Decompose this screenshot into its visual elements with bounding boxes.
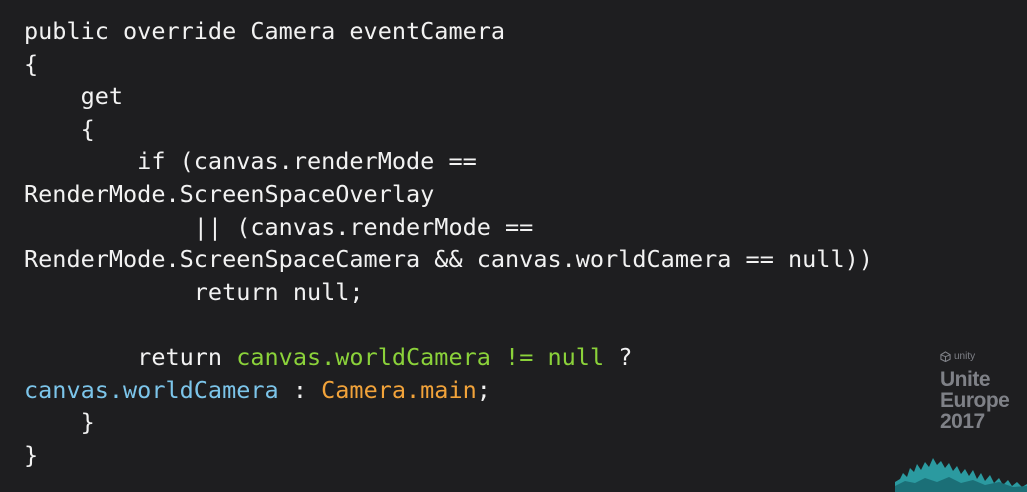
code-line: RenderMode.ScreenSpaceCamera && canvas.w…	[24, 243, 873, 276]
code-token: Camera.main	[321, 375, 477, 404]
code-token: ;	[476, 375, 491, 404]
code-line: if (canvas.renderMode ==	[24, 145, 873, 178]
code-token: RenderMode.ScreenSpaceOverlay	[24, 179, 435, 208]
code-token: {	[24, 114, 95, 143]
code-token: canvas.worldCamera != null	[236, 342, 605, 371]
brand-line-year: 2017	[940, 410, 985, 433]
code-token: if (canvas.renderMode ==	[24, 147, 477, 176]
code-token: return null;	[24, 277, 364, 306]
unity-logo: unity	[940, 351, 1009, 362]
code-block: public override Camera eventCamera{ get …	[24, 15, 873, 471]
slide: public override Camera eventCamera{ get …	[0, 0, 1027, 492]
code-line: }	[24, 439, 873, 472]
unity-cube-icon	[940, 351, 951, 362]
code-line: || (canvas.renderMode ==	[24, 211, 873, 244]
code-line: }	[24, 406, 873, 439]
code-token: :	[278, 375, 322, 404]
unity-wordmark: unity	[954, 351, 976, 362]
code-line: {	[24, 48, 873, 81]
code-token: }	[24, 440, 39, 469]
code-token: || (canvas.renderMode ==	[24, 212, 534, 241]
code-token: canvas.worldCamera	[24, 375, 279, 404]
code-line: get	[24, 80, 873, 113]
code-token: ?	[604, 342, 633, 371]
code-line: {	[24, 113, 873, 146]
code-token: }	[24, 408, 95, 437]
code-line: canvas.worldCamera : Camera.main;	[24, 374, 873, 407]
unite-europe-logo: unity Unite Europe 2017	[940, 351, 1010, 433]
code-token: return	[24, 342, 237, 371]
code-token: public override Camera eventCamera	[24, 17, 506, 45]
code-line: RenderMode.ScreenSpaceOverlay	[24, 178, 873, 211]
decorative-waveform	[895, 458, 1027, 492]
code-line: return null;	[24, 276, 873, 309]
code-token: get	[24, 82, 124, 111]
code-line: ​	[24, 308, 873, 341]
code-line: return canvas.worldCamera != null ?	[24, 341, 873, 374]
code-token: {	[24, 49, 39, 78]
code-token: RenderMode.ScreenSpaceCamera && canvas.w…	[24, 245, 873, 274]
code-line: public override Camera eventCamera	[24, 15, 873, 48]
brand-line-europe: Europe	[940, 389, 1010, 412]
brand-line-unite: Unite	[940, 368, 991, 391]
